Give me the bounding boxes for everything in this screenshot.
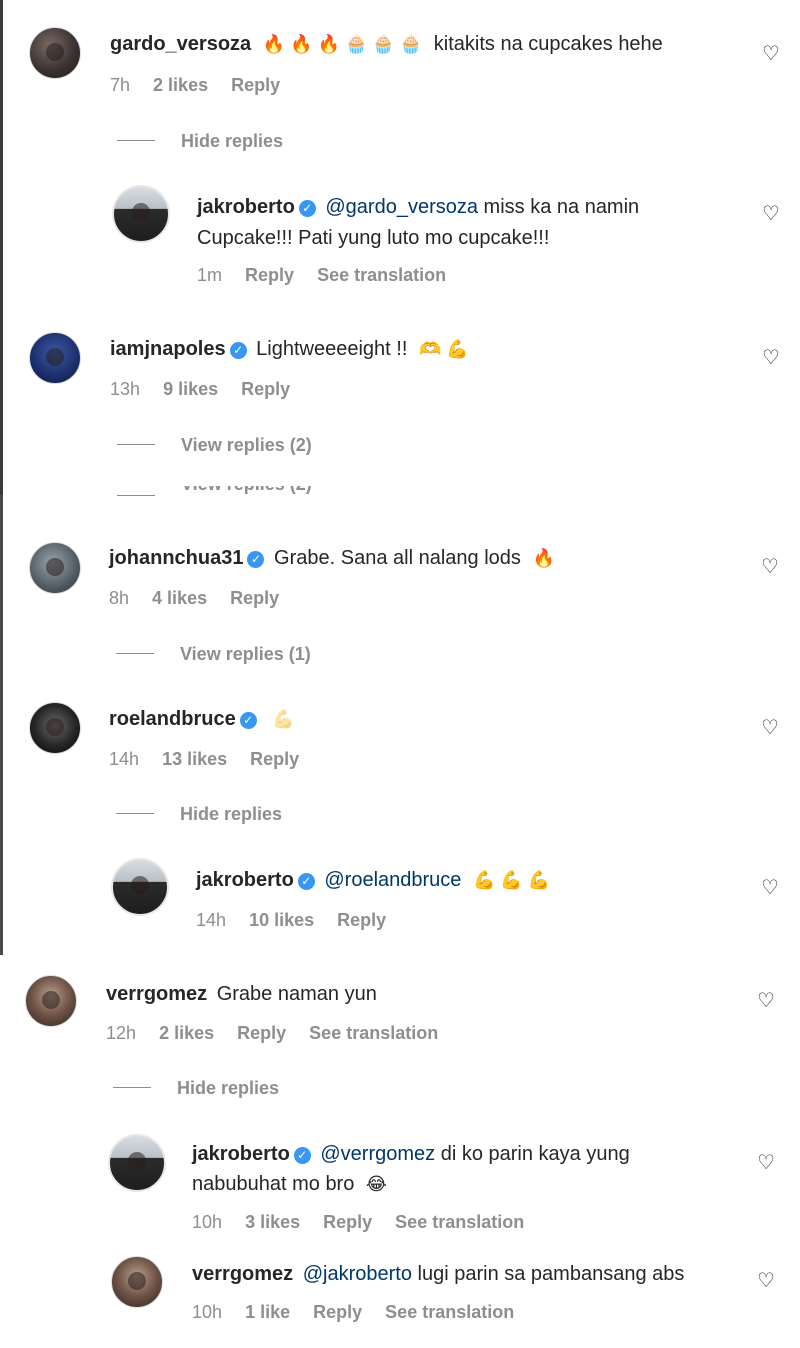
username[interactable]: jakroberto (196, 869, 294, 891)
timestamp: 14h (109, 749, 140, 769)
reply-button[interactable]: Reply (237, 1023, 286, 1043)
hide-replies-button[interactable]: Hide replies (117, 131, 283, 152)
heart-outline-icon[interactable]: ♡ (756, 1153, 776, 1173)
see-translation-button[interactable]: See translation (317, 265, 446, 285)
emoji: 🔥 🔥 🔥 🧁 🧁 🧁 (262, 34, 423, 54)
view-replies-button[interactable]: View replies (1) (116, 644, 311, 665)
comment-text: kitakits na cupcakes hehe (433, 33, 663, 55)
avatar[interactable] (111, 858, 169, 916)
see-translation-button[interactable]: See translation (309, 1023, 438, 1043)
background-image-edge (0, 0, 3, 495)
username[interactable]: jakroberto (197, 196, 295, 218)
timestamp: 7h (110, 75, 131, 95)
heart-outline-icon[interactable]: ♡ (760, 878, 780, 898)
avatar[interactable] (108, 1134, 166, 1192)
emoji: 🔥 (532, 548, 555, 568)
see-translation-button[interactable]: See translation (385, 1302, 514, 1322)
heart-outline-icon[interactable]: ♡ (761, 44, 781, 64)
username[interactable]: gardo_versoza (110, 33, 251, 55)
reply-button[interactable]: Reply (313, 1302, 362, 1322)
mention-link[interactable]: @jakroberto (303, 1263, 412, 1285)
comment-text: miss ka na namin (483, 196, 640, 218)
likes-count[interactable]: 2 likes (153, 75, 208, 95)
comment-text: Grabe. Sana all nalang lods (274, 547, 521, 569)
timestamp: 10h (192, 1302, 223, 1322)
verified-badge-icon: ✓ (298, 200, 316, 217)
mention-link[interactable]: @gardo_versoza (325, 196, 478, 218)
verified-badge-icon: ✓ (247, 551, 265, 568)
likes-count[interactable]: 9 likes (163, 379, 218, 399)
divider-line (116, 813, 154, 814)
username[interactable]: iamjnapoles (110, 338, 226, 360)
heart-outline-icon[interactable]: ♡ (756, 991, 776, 1011)
avatar[interactable] (29, 332, 81, 384)
avatar[interactable] (29, 542, 81, 594)
hide-replies-button[interactable]: Hide replies (113, 1078, 279, 1099)
emoji: 💪 (272, 709, 295, 729)
timestamp: 8h (109, 588, 130, 608)
heart-outline-icon[interactable]: ♡ (761, 348, 781, 368)
likes-count[interactable]: 1 like (245, 1302, 290, 1322)
verified-badge-icon: ✓ (229, 342, 247, 359)
username[interactable]: verrgomez (192, 1263, 293, 1285)
heart-outline-icon[interactable]: ♡ (760, 718, 780, 738)
reply-button[interactable]: Reply (230, 588, 279, 608)
likes-count[interactable]: 4 likes (152, 588, 207, 608)
username[interactable]: roelandbruce (109, 708, 236, 730)
reply-button[interactable]: Reply (245, 265, 294, 285)
avatar[interactable] (112, 185, 170, 243)
hide-replies-button[interactable]: Hide replies (116, 804, 282, 825)
heart-outline-icon[interactable]: ♡ (756, 1271, 776, 1291)
reply-button[interactable]: Reply (337, 910, 386, 930)
comment-text: Grabe naman yun (216, 983, 377, 1005)
divider-line (116, 653, 154, 654)
timestamp: 14h (196, 910, 227, 930)
avatar[interactable] (25, 975, 77, 1027)
avatar[interactable] (111, 1256, 163, 1308)
comment-text: di ko parin kaya yung (440, 1143, 630, 1165)
timestamp: 13h (110, 379, 141, 399)
verified-badge-icon: ✓ (297, 873, 315, 890)
likes-count[interactable]: 13 likes (162, 749, 227, 769)
emoji: 😂 (365, 1174, 387, 1194)
emoji: 🫶 💪 (418, 339, 469, 359)
view-replies-cutoff: View replies (2) (117, 486, 357, 498)
timestamp: 10h (192, 1212, 223, 1232)
emoji: 💪 💪 💪 (473, 870, 551, 890)
heart-outline-icon[interactable]: ♡ (760, 557, 780, 577)
avatar[interactable] (29, 702, 81, 754)
timestamp: 1m (197, 265, 223, 285)
divider-line (117, 140, 155, 141)
likes-count[interactable]: 2 likes (159, 1023, 214, 1043)
username[interactable]: johannchua31 (109, 547, 243, 569)
timestamp: 12h (106, 1023, 137, 1043)
divider-line (117, 444, 155, 445)
comment-text-line2: Cupcake!!! Pati yung luto mo cupcake!!! (197, 227, 550, 249)
heart-outline-icon[interactable]: ♡ (761, 204, 781, 224)
verified-badge-icon: ✓ (293, 1147, 311, 1164)
avatar[interactable] (29, 27, 81, 79)
background-image-edge (0, 495, 3, 955)
mention-link[interactable]: @roelandbruce (324, 869, 461, 891)
verified-badge-icon: ✓ (239, 712, 257, 729)
see-translation-button[interactable]: See translation (395, 1212, 524, 1232)
reply-button[interactable]: Reply (323, 1212, 372, 1232)
comment-text: lugi parin sa pambansang abs (417, 1263, 685, 1285)
reply-button[interactable]: Reply (250, 749, 299, 769)
comment-text-line2: nabubuhat mo bro (192, 1173, 355, 1195)
likes-count[interactable]: 3 likes (245, 1212, 300, 1232)
reply-button[interactable]: Reply (231, 75, 280, 95)
reply-button[interactable]: Reply (241, 379, 290, 399)
comment-text: Lightweeeeight !! (256, 338, 408, 360)
likes-count[interactable]: 10 likes (249, 910, 314, 930)
username[interactable]: jakroberto (192, 1143, 290, 1165)
divider-line (113, 1087, 151, 1088)
mention-link[interactable]: @verrgomez (320, 1143, 435, 1165)
username[interactable]: verrgomez (106, 983, 207, 1005)
view-replies-button[interactable]: View replies (2) (117, 435, 312, 456)
